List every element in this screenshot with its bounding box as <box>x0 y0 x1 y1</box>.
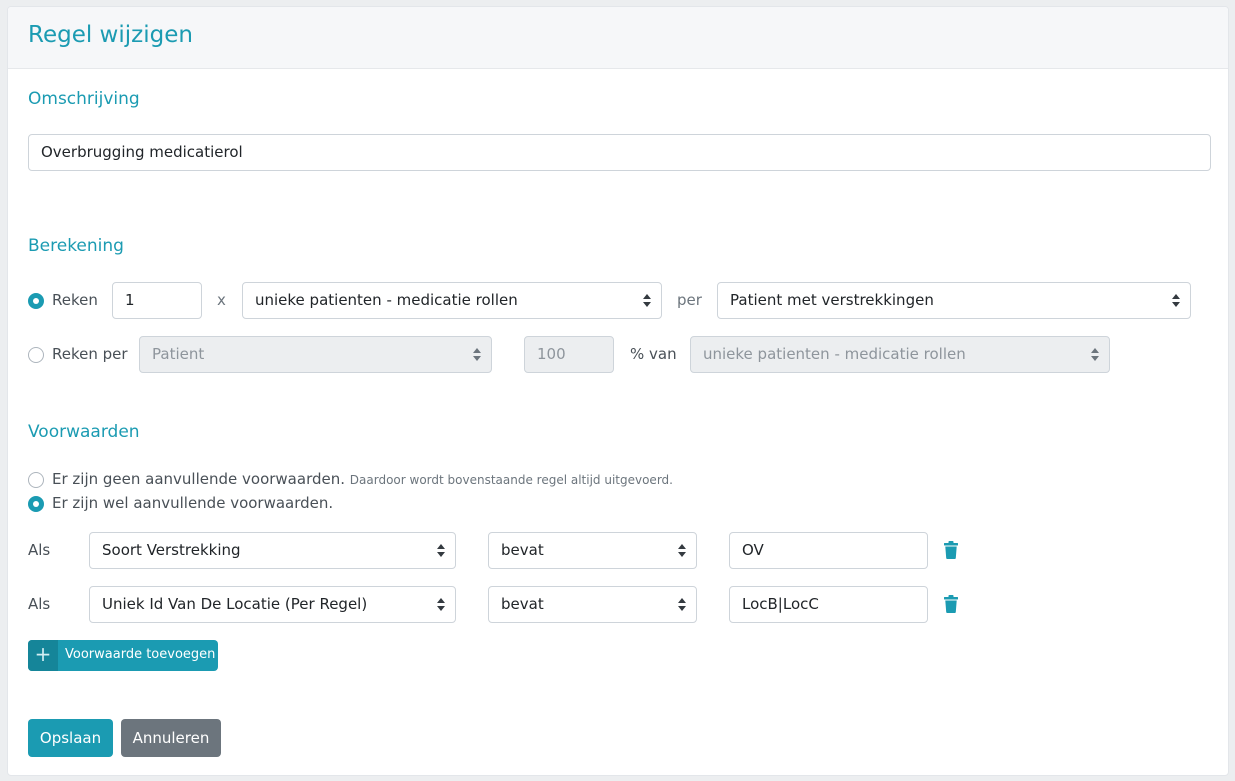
condition-operator-value: bevat <box>501 595 544 613</box>
per-label: per <box>677 291 702 309</box>
condition-field-value: Uniek Id Van De Locatie (Per Regel) <box>102 595 368 613</box>
condition-field-select[interactable]: Uniek Id Van De Locatie (Per Regel) <box>89 586 456 623</box>
condition-operator-select[interactable]: bevat <box>488 586 697 623</box>
per-select[interactable]: Patient met verstrekkingen <box>717 282 1191 319</box>
section-title-berekening: Berekening <box>28 236 124 256</box>
percent-of-select-value: unieke patienten - medicatie rollen <box>703 345 966 363</box>
radio-reken-per[interactable] <box>28 347 44 363</box>
condition-value-input[interactable]: OV <box>729 532 928 569</box>
percentage-input: 100 <box>524 336 614 373</box>
add-condition-button[interactable]: + Voorwaarde toevoegen <box>28 640 218 671</box>
card-header: Regel wijzigen <box>8 7 1228 69</box>
cancel-button[interactable]: Annuleren <box>121 719 221 757</box>
no-conditions-text: Er zijn geen aanvullende voorwaarden. <box>52 470 345 488</box>
condition-als-label: Als <box>28 541 51 559</box>
select-arrows-icon <box>678 544 686 558</box>
times-label: x <box>217 291 226 309</box>
no-conditions-hint: Daardoor wordt bovenstaande regel altijd… <box>349 473 673 487</box>
percent-of-label: % van <box>630 345 677 363</box>
select-arrows-icon <box>678 598 686 612</box>
no-conditions-label: Er zijn geen aanvullende voorwaarden. Da… <box>52 470 673 488</box>
section-title-omschrijving: Omschrijving <box>28 89 140 109</box>
page-title: Regel wijzigen <box>28 22 193 48</box>
radio-with-conditions[interactable] <box>28 496 44 512</box>
radio-no-conditions[interactable] <box>28 472 44 488</box>
count-type-select-value: unieke patienten - medicatie rollen <box>255 291 518 309</box>
percent-of-select: unieke patienten - medicatie rollen <box>690 336 1110 373</box>
condition-als-label: Als <box>28 595 51 613</box>
count-type-select[interactable]: unieke patienten - medicatie rollen <box>242 282 662 319</box>
amount-input[interactable]: 1 <box>112 282 202 319</box>
reken-per-select: Patient <box>139 336 492 373</box>
trash-icon[interactable] <box>944 595 958 613</box>
radio-reken[interactable] <box>28 293 44 309</box>
condition-operator-value: bevat <box>501 541 544 559</box>
radio-reken-per-label: Reken per <box>52 345 128 363</box>
radio-reken-label: Reken <box>52 291 98 309</box>
condition-field-select[interactable]: Soort Verstrekking <box>89 532 456 569</box>
select-arrows-icon <box>1091 348 1099 362</box>
condition-field-value: Soort Verstrekking <box>102 541 241 559</box>
select-arrows-icon <box>473 348 481 362</box>
edit-rule-card: Regel wijzigen Omschrijving Overbrugging… <box>7 6 1229 776</box>
condition-operator-select[interactable]: bevat <box>488 532 697 569</box>
select-arrows-icon <box>643 294 651 308</box>
with-conditions-label: Er zijn wel aanvullende voorwaarden. <box>52 494 334 512</box>
plus-icon: + <box>28 640 58 671</box>
add-condition-label: Voorwaarde toevoegen <box>65 647 216 662</box>
select-arrows-icon <box>437 598 445 612</box>
trash-icon-svg <box>944 541 958 559</box>
condition-value-input[interactable]: LocB|LocC <box>729 586 928 623</box>
trash-icon-svg <box>944 595 958 613</box>
reken-per-select-value: Patient <box>152 345 205 363</box>
trash-icon[interactable] <box>944 541 958 559</box>
save-button[interactable]: Opslaan <box>28 719 113 757</box>
select-arrows-icon <box>437 544 445 558</box>
select-arrows-icon <box>1172 294 1180 308</box>
description-input[interactable]: Overbrugging medicatierol <box>28 134 1211 171</box>
section-title-voorwaarden: Voorwaarden <box>28 422 140 442</box>
per-select-value: Patient met verstrekkingen <box>730 291 934 309</box>
